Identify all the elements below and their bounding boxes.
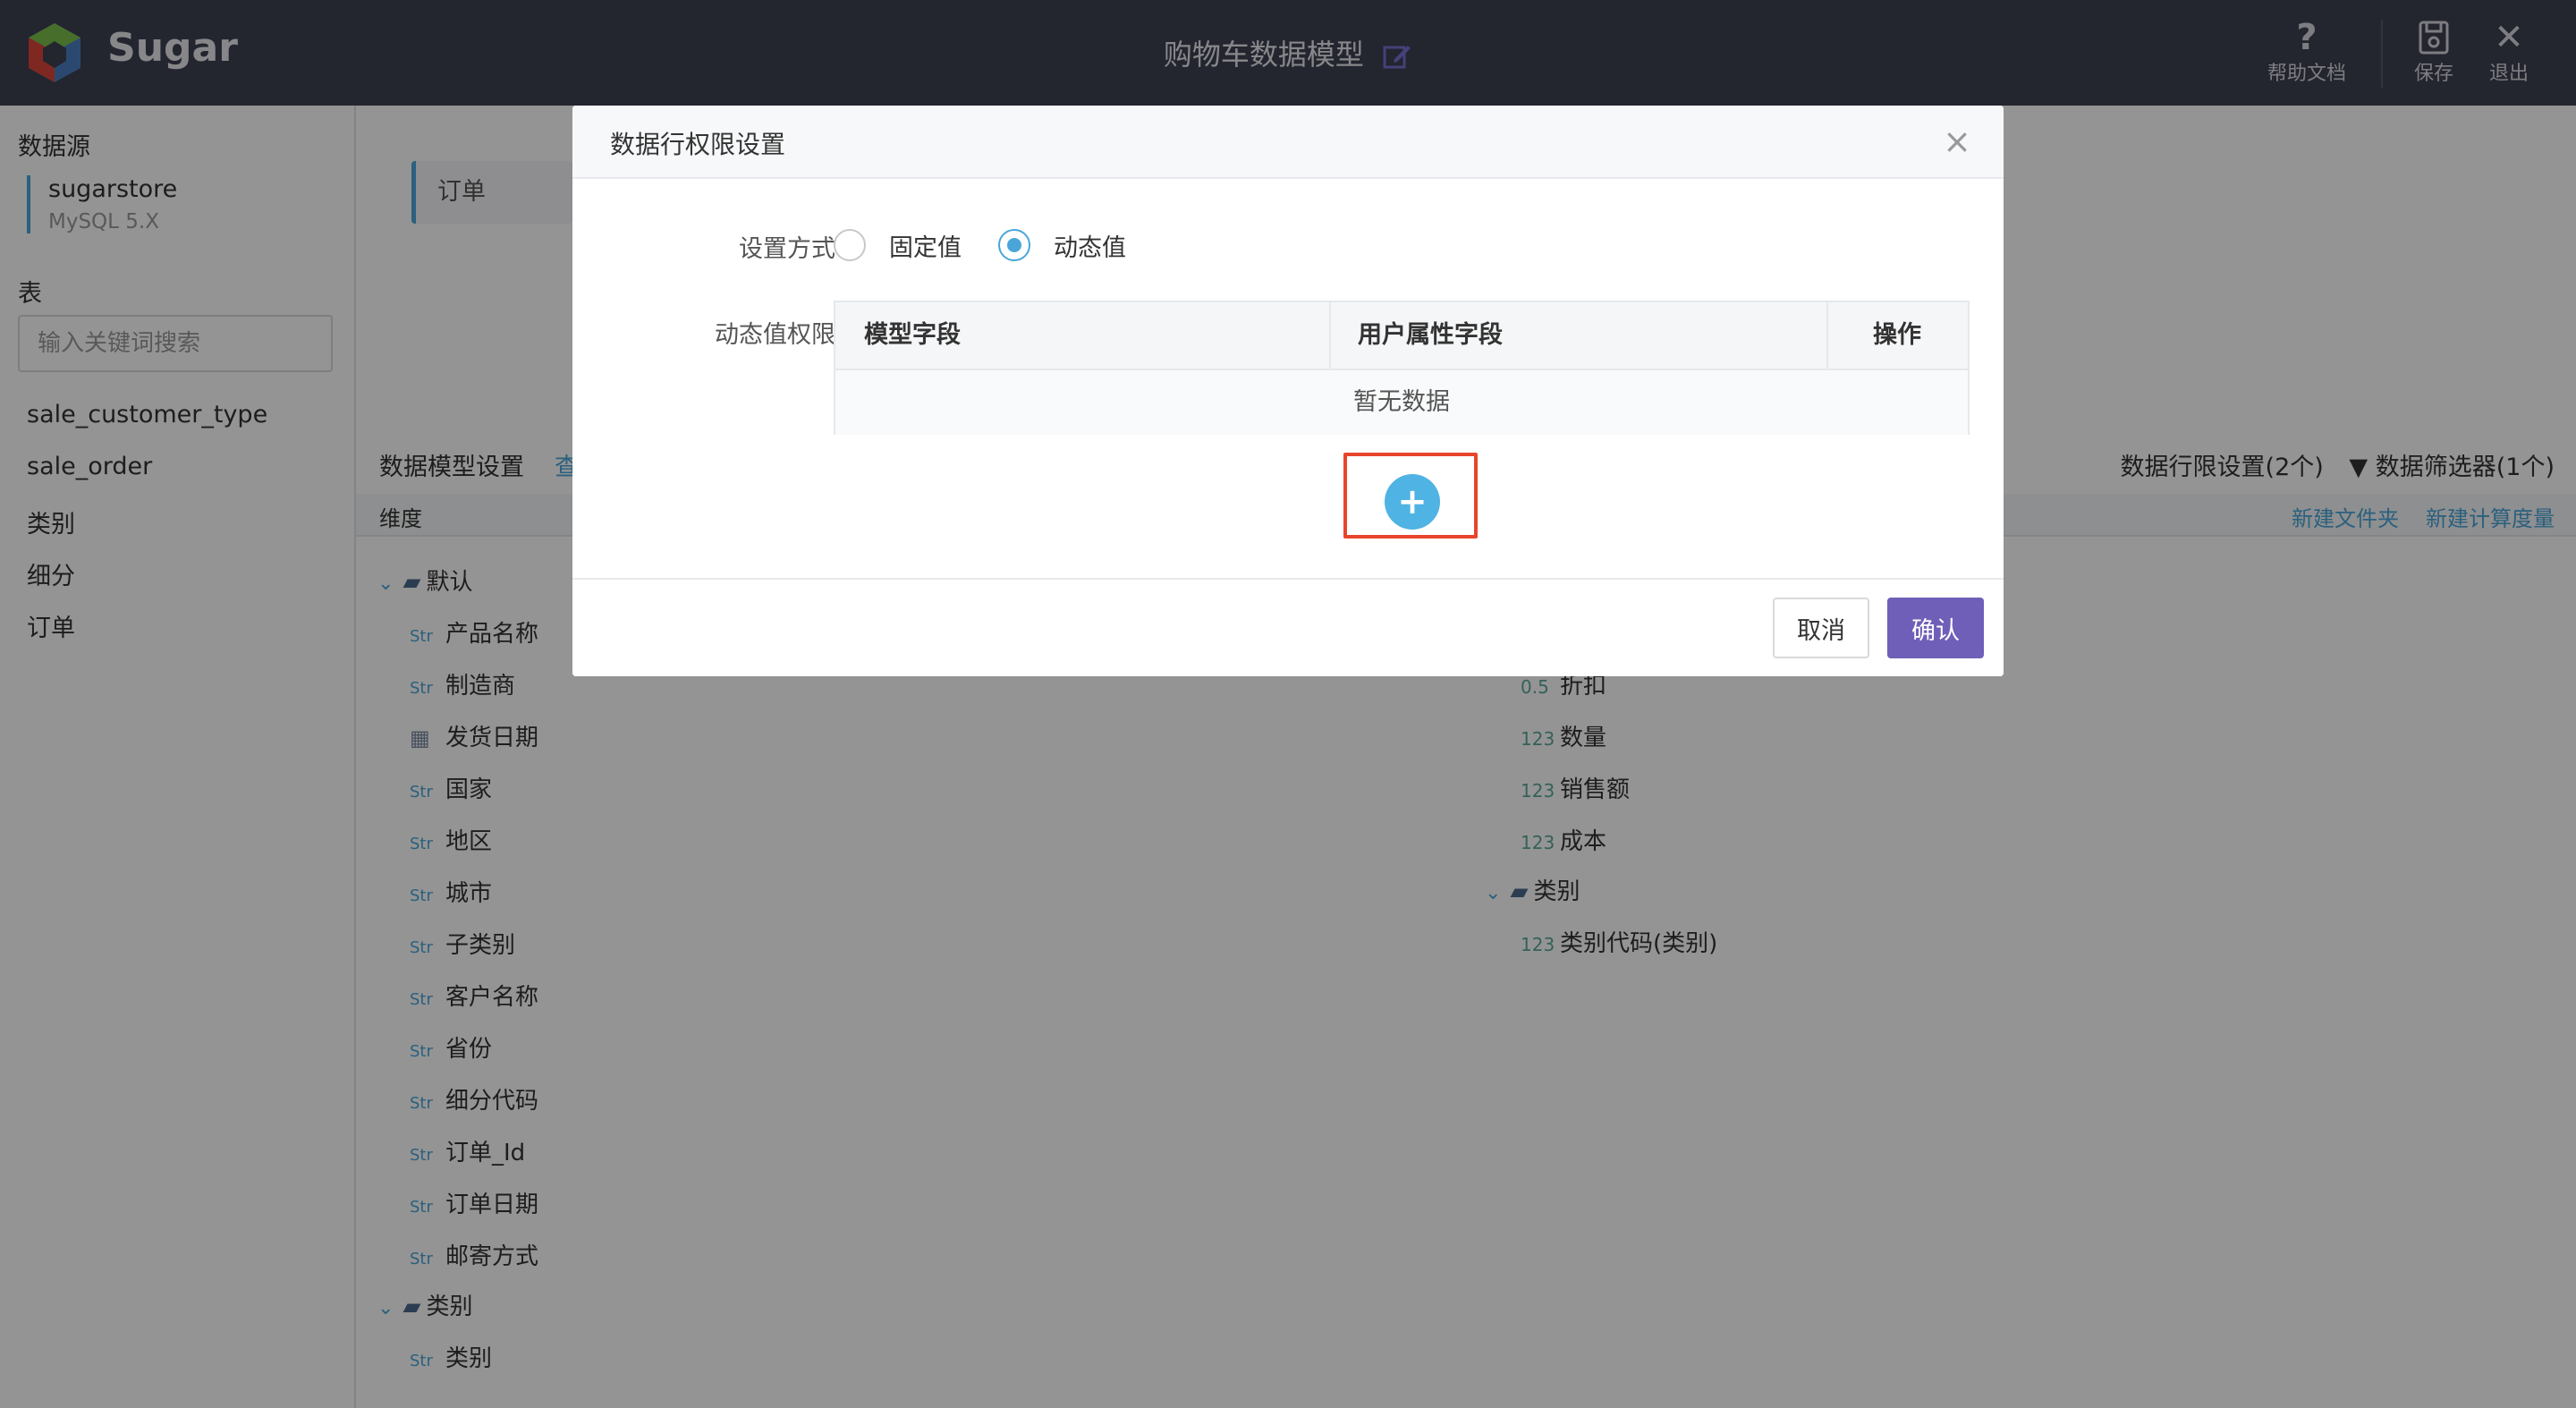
radio-fixed-label: 固定值: [889, 233, 962, 262]
dynamic-permission-table: 模型字段 用户属性字段 操作 暂无数据: [834, 301, 1970, 435]
dynamic-permission-label: 动态值权限: [715, 321, 835, 349]
radio-circle-selected[interactable]: [998, 229, 1030, 261]
add-row-highlight: +: [1343, 453, 1478, 539]
cancel-button[interactable]: 取消: [1773, 598, 1869, 658]
column-header-user-attr: 用户属性字段: [1358, 321, 1503, 349]
dialog-header: 数据行权限设置 ×: [572, 106, 2004, 179]
column-divider: [1329, 302, 1331, 369]
dialog-title: 数据行权限设置: [610, 130, 786, 159]
close-icon[interactable]: ×: [1943, 122, 1971, 161]
radio-circle[interactable]: [834, 229, 866, 261]
column-divider: [1826, 302, 1828, 369]
dialog-footer: 取消 确认: [572, 578, 2004, 676]
add-row-button[interactable]: +: [1385, 474, 1440, 530]
empty-row: 暂无数据: [835, 370, 1968, 435]
radio-dynamic[interactable]: 动态值: [998, 225, 1126, 265]
confirm-button[interactable]: 确认: [1887, 598, 1984, 658]
column-header-action: 操作: [1873, 321, 1921, 349]
table-header: 模型字段 用户属性字段 操作: [835, 302, 1968, 370]
row-permission-dialog: 数据行权限设置 × 设置方式 固定值 动态值 动态值权限 模型字段 用户属性字段…: [572, 106, 2004, 676]
mode-label: 设置方式: [739, 235, 835, 263]
radio-dynamic-label: 动态值: [1054, 233, 1126, 262]
radio-fixed[interactable]: 固定值: [834, 225, 962, 265]
column-header-model-field: 模型字段: [864, 321, 961, 349]
